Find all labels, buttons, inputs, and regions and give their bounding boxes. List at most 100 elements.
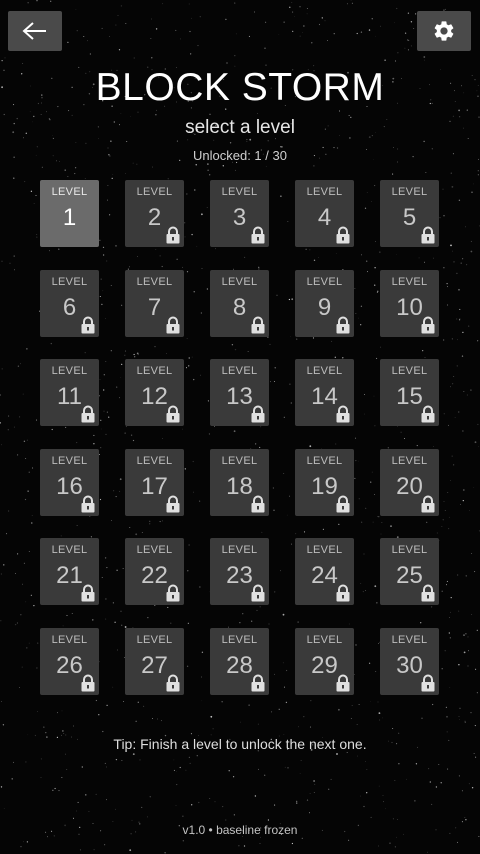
level-label: LEVEL bbox=[221, 544, 258, 556]
level-tile-6[interactable]: LEVEL 6 bbox=[40, 270, 99, 337]
level-label: LEVEL bbox=[306, 634, 343, 646]
settings-button[interactable] bbox=[417, 11, 471, 51]
level-tile-1[interactable]: LEVEL 1 bbox=[40, 180, 99, 247]
version-text: v1.0 • baseline frozen bbox=[182, 823, 298, 837]
lock-icon bbox=[81, 316, 95, 334]
back-button[interactable] bbox=[8, 11, 62, 51]
lock-icon bbox=[166, 495, 180, 513]
level-tile-9[interactable]: LEVEL 9 bbox=[295, 270, 354, 337]
lock-icon bbox=[336, 674, 350, 692]
lock-icon bbox=[166, 584, 180, 602]
level-label: LEVEL bbox=[136, 455, 173, 467]
level-tile-14[interactable]: LEVEL 14 bbox=[295, 359, 354, 426]
lock-icon bbox=[251, 316, 265, 334]
arrow-left-icon bbox=[22, 22, 46, 40]
lock-icon bbox=[81, 495, 95, 513]
level-label: LEVEL bbox=[391, 365, 428, 377]
level-tile-29[interactable]: LEVEL 29 bbox=[295, 628, 354, 695]
level-tile-18[interactable]: LEVEL 18 bbox=[210, 449, 269, 516]
level-tile-13[interactable]: LEVEL 13 bbox=[210, 359, 269, 426]
lock-icon bbox=[166, 316, 180, 334]
lock-icon bbox=[336, 584, 350, 602]
lock-icon bbox=[336, 226, 350, 244]
level-tile-16[interactable]: LEVEL 16 bbox=[40, 449, 99, 516]
level-tile-3[interactable]: LEVEL 3 bbox=[210, 180, 269, 247]
lock-icon bbox=[166, 226, 180, 244]
unlocked-count: Unlocked: 1 / 30 bbox=[193, 148, 287, 163]
level-label: LEVEL bbox=[136, 365, 173, 377]
level-label: LEVEL bbox=[391, 544, 428, 556]
level-label: LEVEL bbox=[221, 634, 258, 646]
level-label: LEVEL bbox=[391, 186, 428, 198]
level-label: LEVEL bbox=[136, 634, 173, 646]
level-tile-23[interactable]: LEVEL 23 bbox=[210, 538, 269, 605]
lock-icon bbox=[166, 405, 180, 423]
level-label: LEVEL bbox=[136, 276, 173, 288]
level-label: LEVEL bbox=[51, 455, 88, 467]
lock-icon bbox=[421, 584, 435, 602]
level-tile-19[interactable]: LEVEL 19 bbox=[295, 449, 354, 516]
level-label: LEVEL bbox=[51, 365, 88, 377]
level-tile-30[interactable]: LEVEL 30 bbox=[380, 628, 439, 695]
tip-text: Tip: Finish a level to unlock the next o… bbox=[113, 736, 367, 752]
level-tile-24[interactable]: LEVEL 24 bbox=[295, 538, 354, 605]
lock-icon bbox=[421, 316, 435, 334]
level-tile-15[interactable]: LEVEL 15 bbox=[380, 359, 439, 426]
level-label: LEVEL bbox=[51, 634, 88, 646]
lock-icon bbox=[336, 405, 350, 423]
level-label: LEVEL bbox=[221, 455, 258, 467]
level-label: LEVEL bbox=[306, 365, 343, 377]
lock-icon bbox=[421, 495, 435, 513]
lock-icon bbox=[251, 674, 265, 692]
level-tile-22[interactable]: LEVEL 22 bbox=[125, 538, 184, 605]
lock-icon bbox=[336, 495, 350, 513]
level-label: LEVEL bbox=[306, 455, 343, 467]
level-grid: LEVEL 1 LEVEL 2 LEVEL 3 LEVEL 4 LEVEL 5 LEVEL 6 LEVE… bbox=[40, 180, 440, 696]
level-tile-8[interactable]: LEVEL 8 bbox=[210, 270, 269, 337]
level-label: LEVEL bbox=[391, 634, 428, 646]
level-tile-28[interactable]: LEVEL 28 bbox=[210, 628, 269, 695]
level-tile-11[interactable]: LEVEL 11 bbox=[40, 359, 99, 426]
level-label: LEVEL bbox=[136, 544, 173, 556]
lock-icon bbox=[251, 495, 265, 513]
level-label: LEVEL bbox=[51, 544, 88, 556]
level-tile-12[interactable]: LEVEL 12 bbox=[125, 359, 184, 426]
level-label: LEVEL bbox=[391, 276, 428, 288]
lock-icon bbox=[421, 226, 435, 244]
lock-icon bbox=[421, 674, 435, 692]
lock-icon bbox=[421, 405, 435, 423]
level-tile-5[interactable]: LEVEL 5 bbox=[380, 180, 439, 247]
game-title: BLOCK STORM bbox=[95, 66, 385, 109]
level-label: LEVEL bbox=[221, 186, 258, 198]
lock-icon bbox=[81, 584, 95, 602]
level-tile-21[interactable]: LEVEL 21 bbox=[40, 538, 99, 605]
level-tile-10[interactable]: LEVEL 10 bbox=[380, 270, 439, 337]
lock-icon bbox=[251, 584, 265, 602]
page-subtitle: select a level bbox=[185, 117, 295, 138]
level-tile-26[interactable]: LEVEL 26 bbox=[40, 628, 99, 695]
level-label: LEVEL bbox=[221, 276, 258, 288]
level-label: LEVEL bbox=[306, 544, 343, 556]
level-tile-7[interactable]: LEVEL 7 bbox=[125, 270, 184, 337]
level-label: LEVEL bbox=[306, 186, 343, 198]
lock-icon bbox=[166, 674, 180, 692]
level-label: LEVEL bbox=[51, 276, 88, 288]
lock-icon bbox=[336, 316, 350, 334]
lock-icon bbox=[251, 405, 265, 423]
level-tile-4[interactable]: LEVEL 4 bbox=[295, 180, 354, 247]
level-tile-27[interactable]: LEVEL 27 bbox=[125, 628, 184, 695]
lock-icon bbox=[81, 674, 95, 692]
level-tile-17[interactable]: LEVEL 17 bbox=[125, 449, 184, 516]
level-label: LEVEL bbox=[391, 455, 428, 467]
lock-icon bbox=[81, 405, 95, 423]
level-tile-25[interactable]: LEVEL 25 bbox=[380, 538, 439, 605]
level-tile-2[interactable]: LEVEL 2 bbox=[125, 180, 184, 247]
gear-icon bbox=[434, 21, 454, 41]
lock-icon bbox=[251, 226, 265, 244]
level-tile-20[interactable]: LEVEL 20 bbox=[380, 449, 439, 516]
level-label: LEVEL bbox=[51, 186, 88, 198]
level-number: 1 bbox=[62, 204, 77, 231]
level-label: LEVEL bbox=[136, 186, 173, 198]
level-label: LEVEL bbox=[306, 276, 343, 288]
level-label: LEVEL bbox=[221, 365, 258, 377]
